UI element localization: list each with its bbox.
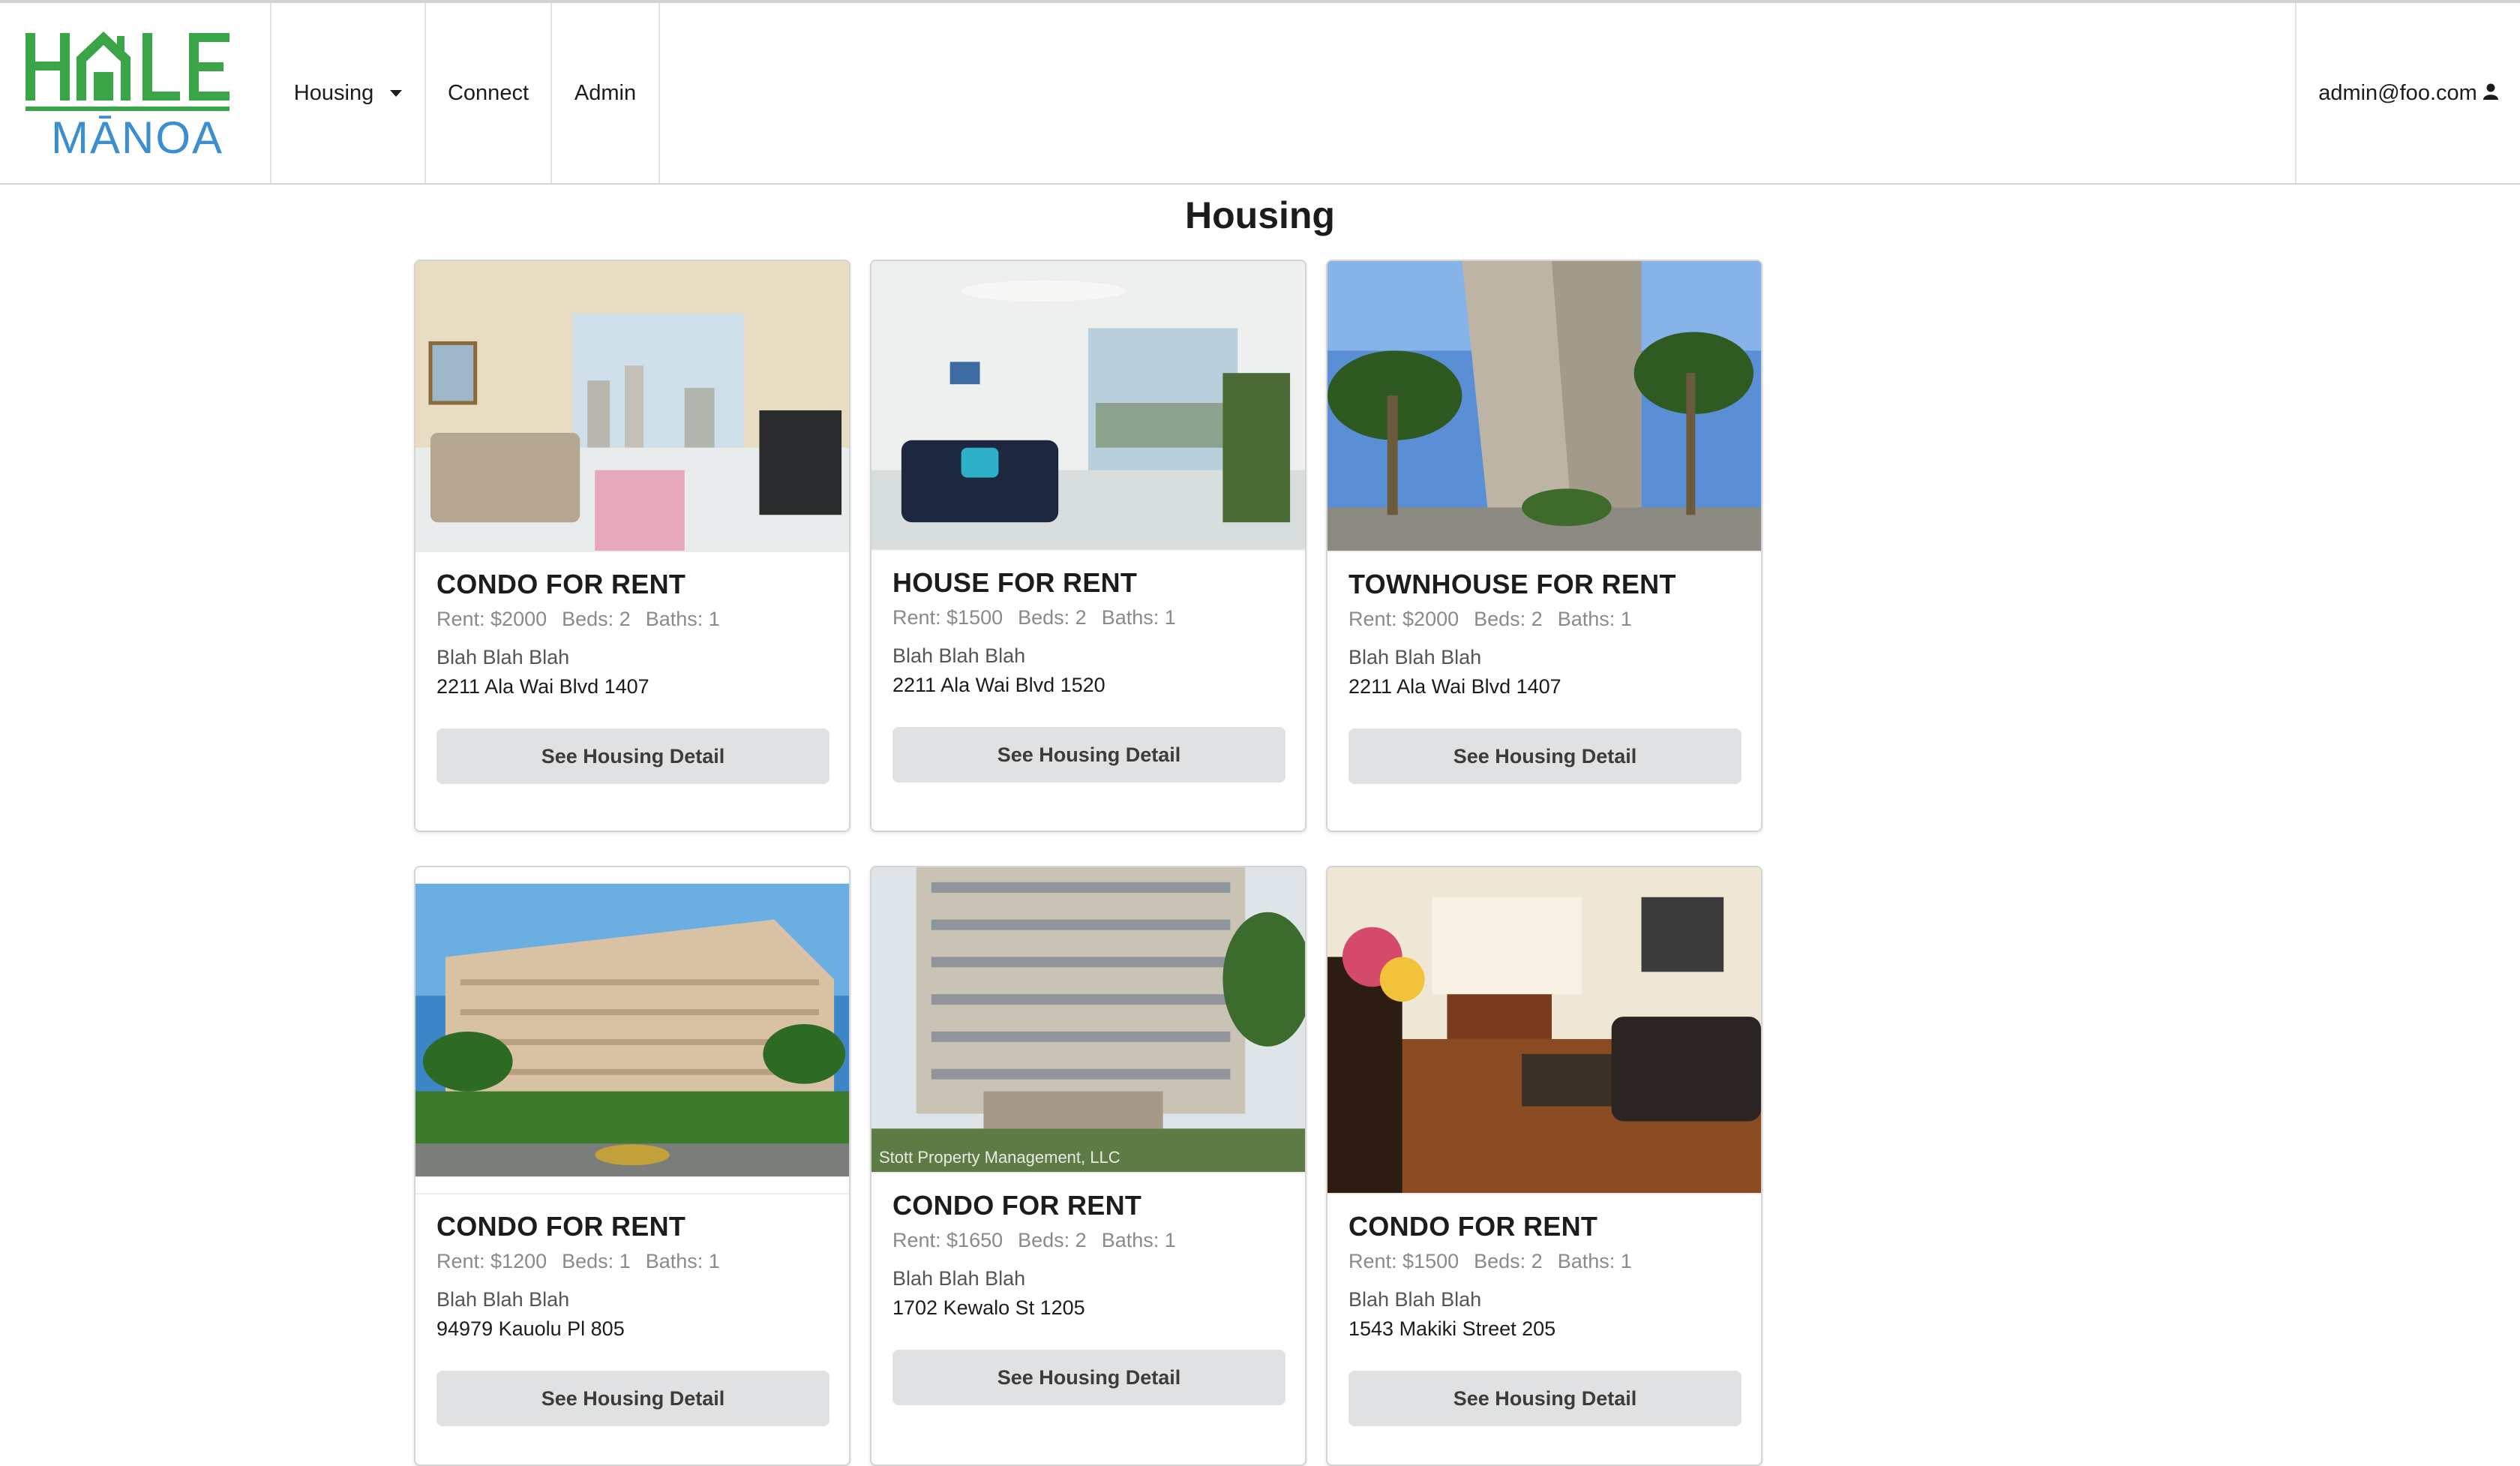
living-room-photo xyxy=(1328,867,1761,1194)
user-email: admin@foo.com xyxy=(2318,80,2477,105)
listing-description: Blah Blah Blah xyxy=(1348,1288,1482,1311)
listing-card: CONDO FOR RENT Rent: $1200 Beds: 1 Baths: … xyxy=(414,866,850,1466)
listing-meta: Rent: $1500 Beds: 2 Baths: 1 xyxy=(1348,1250,1740,1273)
living-room-photo xyxy=(416,261,849,552)
nav-connect-label: Connect xyxy=(447,80,529,105)
listing-address: 2211 Ala Wai Blvd 1407 xyxy=(436,675,650,698)
listing-description: Blah Blah Blah xyxy=(892,644,1026,667)
listing-rent: Rent: $2000 xyxy=(1348,608,1460,630)
listing-description: Blah Blah Blah xyxy=(892,1267,1026,1290)
listing-meta: Rent: $1200 Beds: 1 Baths: 1 xyxy=(436,1250,828,1273)
listing-beds: Beds: 2 xyxy=(1474,608,1543,630)
chevron-down-icon xyxy=(390,89,403,97)
svg-text:MĀNOA: MĀNOA xyxy=(51,113,224,161)
listing-card: TOWNHOUSE FOR RENT Rent: $2000 Beds: 2 Bat… xyxy=(1326,260,1762,832)
listing-description: Blah Blah Blah xyxy=(436,1288,570,1311)
see-housing-detail-button[interactable]: See Housing Detail xyxy=(892,727,1286,783)
photo-watermark: Stott Property Management, LLC xyxy=(879,1148,1120,1167)
listing-address: 1702 Kewalo St 1205 xyxy=(892,1296,1085,1319)
listing-rent: Rent: $2000 xyxy=(436,608,548,630)
listing-title: CONDO FOR RENT xyxy=(1348,1211,1598,1242)
listing-baths: Baths: 1 xyxy=(645,608,720,630)
listing-rent: Rent: $1200 xyxy=(436,1250,548,1272)
listing-beds: Beds: 1 xyxy=(562,1250,631,1272)
listing-baths: Baths: 1 xyxy=(1557,1250,1632,1272)
living-room-photo xyxy=(872,261,1305,551)
see-housing-detail-button[interactable]: See Housing Detail xyxy=(436,1371,830,1426)
listing-rent: Rent: $1500 xyxy=(892,606,1004,629)
listing-description: Blah Blah Blah xyxy=(1348,646,1482,668)
listing-rent: Rent: $1500 xyxy=(1348,1250,1460,1272)
listing-meta: Rent: $1650 Beds: 2 Baths: 1 xyxy=(892,1229,1284,1252)
listing-title: HOUSE FOR RENT xyxy=(892,567,1138,598)
nav-housing-label: Housing xyxy=(293,80,374,105)
see-housing-detail-button[interactable]: See Housing Detail xyxy=(1348,728,1742,784)
listing-description: Blah Blah Blah xyxy=(436,646,570,668)
listing-meta: Rent: $2000 Beds: 2 Baths: 1 xyxy=(1348,608,1740,631)
top-navbar: MĀNOA Housing Connect Admin admin@foo.co… xyxy=(0,3,2520,185)
listing-title: CONDO FOR RENT xyxy=(436,569,686,599)
listing-meta: Rent: $1500 Beds: 2 Baths: 1 xyxy=(892,606,1284,629)
brand-logo[interactable]: MĀNOA xyxy=(0,3,272,183)
listing-card: CONDO FOR RENT Rent: $1500 Beds: 2 Baths: … xyxy=(1326,866,1762,1466)
listing-address: 2211 Ala Wai Blvd 1407 xyxy=(1348,675,1562,698)
listing-address: 1543 Makiki Street 205 xyxy=(1348,1317,1556,1340)
building-photo: Stott Property Management, LLC xyxy=(872,867,1305,1173)
listing-card: Stott Property Management, LLC CONDO FOR… xyxy=(870,866,1306,1466)
building-photo xyxy=(416,867,849,1194)
nav-admin-link[interactable]: Admin xyxy=(552,3,660,183)
listing-card: CONDO FOR RENT Rent: $2000 Beds: 2 Baths: … xyxy=(414,260,850,832)
listing-rent: Rent: $1650 xyxy=(892,1229,1004,1251)
nav-connect-link[interactable]: Connect xyxy=(426,3,552,183)
page-title: Housing xyxy=(1185,194,1335,236)
listing-card: HOUSE FOR RENT Rent: $1500 Beds: 2 Baths: … xyxy=(870,260,1306,832)
see-housing-detail-button[interactable]: See Housing Detail xyxy=(892,1350,1286,1405)
listing-baths: Baths: 1 xyxy=(1557,608,1632,630)
listing-beds: Beds: 2 xyxy=(1474,1250,1543,1272)
hale-manoa-logo: MĀNOA xyxy=(26,32,230,161)
listing-address: 94979 Kauolu Pl 805 xyxy=(436,1317,625,1340)
see-housing-detail-button[interactable]: See Housing Detail xyxy=(436,728,830,784)
building-photo xyxy=(1328,261,1761,552)
listing-beds: Beds: 2 xyxy=(1018,606,1087,629)
see-housing-detail-button[interactable]: See Housing Detail xyxy=(1348,1371,1742,1426)
listing-beds: Beds: 2 xyxy=(562,608,631,630)
listing-beds: Beds: 2 xyxy=(1018,1229,1087,1251)
listing-title: CONDO FOR RENT xyxy=(892,1190,1142,1221)
user-icon xyxy=(2482,81,2498,106)
listing-baths: Baths: 1 xyxy=(1101,1229,1176,1251)
nav-housing-dropdown[interactable]: Housing xyxy=(272,3,426,183)
listing-address: 2211 Ala Wai Blvd 1520 xyxy=(892,674,1106,696)
listing-meta: Rent: $2000 Beds: 2 Baths: 1 xyxy=(436,608,828,631)
listing-baths: Baths: 1 xyxy=(1101,606,1176,629)
listing-title: CONDO FOR RENT xyxy=(436,1211,686,1242)
listing-baths: Baths: 1 xyxy=(645,1250,720,1272)
nav-admin-label: Admin xyxy=(574,80,637,105)
user-menu[interactable]: admin@foo.com xyxy=(2295,3,2520,183)
listing-title: TOWNHOUSE FOR RENT xyxy=(1348,569,1676,599)
